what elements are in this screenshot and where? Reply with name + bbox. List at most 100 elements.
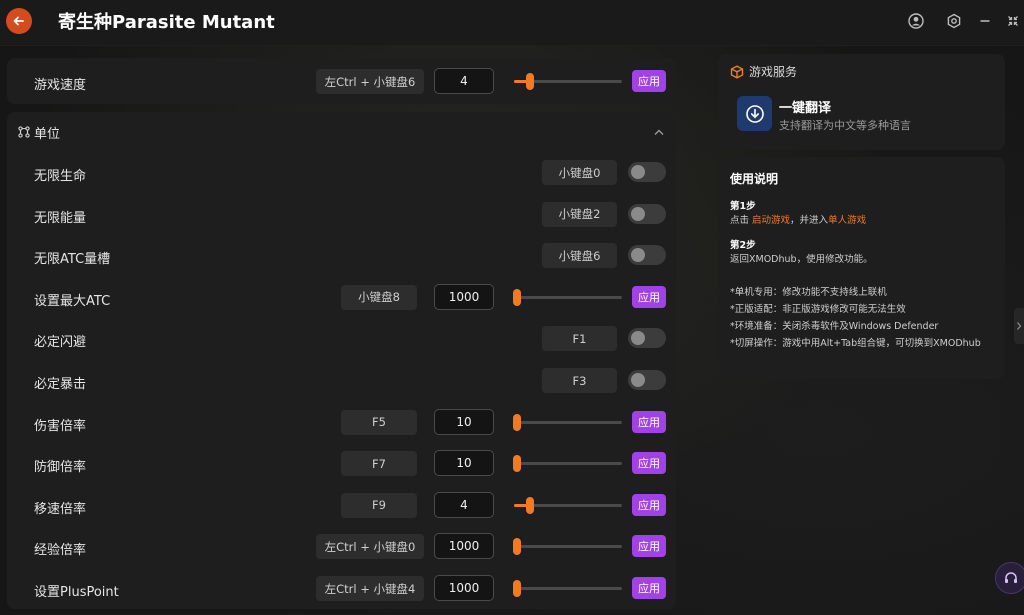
game-speed-apply-button[interactable]: 应用 [632, 70, 666, 92]
unit-option-apply-button[interactable]: 应用 [632, 452, 666, 475]
unit-option-slider[interactable] [513, 413, 622, 431]
collapse-icon [1008, 16, 1018, 26]
unit-option-toggle[interactable] [628, 162, 666, 182]
unit-option-slider[interactable] [514, 496, 622, 514]
game-service-header: 游戏服务 [730, 63, 797, 80]
game-speed-slider[interactable] [514, 73, 622, 90]
unit-option-hotkey[interactable]: 小键盘2 [542, 201, 617, 227]
unit-option-slider[interactable] [513, 580, 622, 597]
unit-option-apply-button[interactable]: 应用 [632, 577, 666, 599]
unit-option-apply-button[interactable]: 应用 [632, 285, 666, 308]
unit-option-hotkey[interactable]: F9 [341, 492, 417, 518]
unit-option-slider[interactable] [513, 288, 622, 306]
step1-title: 第1步 [730, 201, 756, 212]
units-card: 单位 无限生命 小键盘0 无限能量 小键盘2 无限ATC量槽 小键盘6 设置最大ATC 小键盘… [7, 112, 676, 609]
unit-option-row: 设置PlusPoint 左Ctrl + 小键盘4 1000 应用 [7, 573, 676, 607]
toggle-knob [631, 165, 645, 179]
unit-option-apply-button[interactable]: 应用 [632, 535, 666, 558]
game-service-card: 游戏服务 一键翻译 支持翻译为中文等多种语言 [718, 54, 1005, 150]
unit-option-toggle[interactable] [628, 370, 666, 390]
unit-option-slider[interactable] [513, 455, 622, 473]
unit-option-label: 移速倍率 [34, 501, 87, 517]
unit-option-row: 必定闪避 F1 [7, 323, 676, 357]
step1-text: 点击 启动游戏，并进入单人游戏 [730, 212, 866, 226]
headset-icon [1005, 572, 1017, 583]
translate-description: 支持翻译为中文等多种语言 [779, 119, 911, 132]
back-button[interactable] [6, 8, 32, 34]
unit-option-label: 设置PlusPoint [34, 585, 119, 600]
unit-option-toggle[interactable] [628, 328, 666, 349]
unit-option-input[interactable]: 10 [434, 408, 494, 435]
launch-game-link[interactable]: 启动游戏 [752, 215, 790, 226]
note-item: *正版适配：非正版游戏修改可能无法生效 [730, 304, 906, 315]
unit-option-label: 伤害倍率 [34, 418, 87, 434]
unit-option-toggle[interactable] [628, 203, 666, 224]
unit-option-hotkey[interactable]: F5 [341, 409, 417, 435]
box-icon [730, 64, 744, 79]
close-button[interactable] [1004, 12, 1022, 30]
unit-option-label: 防御倍率 [34, 460, 87, 476]
game-service-title: 游戏服务 [749, 65, 798, 79]
unit-option-input[interactable]: 1000 [434, 283, 494, 310]
chevron-right-icon [1017, 322, 1022, 330]
gear-icon [947, 13, 961, 29]
game-speed-hotkey[interactable]: 左Ctrl + 小键盘6 [316, 69, 424, 94]
unit-option-label: 必定闪避 [34, 335, 87, 351]
toggle-knob [631, 248, 645, 263]
toggle-knob [631, 331, 645, 346]
unit-option-apply-button[interactable]: 应用 [632, 493, 666, 516]
unit-option-hotkey[interactable]: 小键盘0 [542, 160, 617, 185]
slider-thumb[interactable] [513, 455, 522, 473]
slider-thumb[interactable] [513, 538, 522, 556]
unit-option-input[interactable]: 1000 [434, 533, 494, 560]
game-speed-row: 游戏速度 左Ctrl + 小键盘6 4 应用 [7, 66, 676, 100]
unit-option-input[interactable]: 1000 [434, 575, 494, 601]
slider-thumb[interactable] [526, 496, 535, 514]
unit-option-hotkey[interactable]: F3 [542, 368, 617, 393]
unit-option-label: 必定暴击 [34, 377, 87, 392]
step2-title: 第2步 [730, 240, 756, 251]
translate-title[interactable]: 一键翻译 [779, 97, 831, 116]
title-bar: 寄生种Parasite Mutant [0, 0, 1024, 46]
slider-thumb[interactable] [526, 73, 535, 90]
game-speed-label: 游戏速度 [34, 78, 87, 93]
unit-option-row: 无限ATC量槽 小键盘6 [7, 240, 676, 274]
unit-option-toggle[interactable] [628, 245, 666, 266]
unit-option-hotkey[interactable]: 小键盘6 [542, 243, 617, 269]
note-item: *环境准备：关闭杀毒软件及Windows Defender [730, 321, 939, 332]
unit-option-row: 无限生命 小键盘0 [7, 157, 676, 191]
minimize-icon [980, 20, 990, 22]
side-panel-handle[interactable] [1014, 308, 1024, 344]
unit-option-label: 设置最大ATC [34, 293, 111, 309]
unit-option-hotkey[interactable]: 左Ctrl + 小键盘0 [316, 534, 424, 560]
support-button[interactable] [995, 562, 1024, 594]
slider-thumb[interactable] [513, 580, 522, 597]
slider-thumb[interactable] [513, 413, 522, 431]
game-speed-card: 游戏速度 左Ctrl + 小键盘6 4 应用 [7, 58, 676, 104]
unit-option-hotkey[interactable]: 左Ctrl + 小键盘4 [316, 576, 424, 601]
user-icon [908, 13, 924, 29]
chevron-up-icon[interactable] [653, 128, 665, 136]
unit-option-row: 经验倍率 左Ctrl + 小键盘0 1000 应用 [7, 531, 676, 565]
unit-option-hotkey[interactable]: 小键盘8 [341, 284, 417, 310]
unit-option-input[interactable]: 4 [434, 491, 494, 518]
note-item: *单机专用：修改功能不支持线上联机 [730, 287, 887, 298]
slider-thumb[interactable] [513, 288, 522, 306]
game-speed-input[interactable]: 4 [434, 68, 494, 94]
user-button[interactable] [907, 12, 925, 30]
toggle-knob [631, 373, 645, 387]
unit-option-slider[interactable] [513, 538, 622, 556]
unit-option-apply-button[interactable]: 应用 [632, 410, 666, 433]
settings-button[interactable] [945, 12, 963, 30]
unit-option-input[interactable]: 10 [434, 450, 494, 477]
unit-option-hotkey[interactable]: F7 [341, 451, 417, 477]
unit-option-hotkey[interactable]: F1 [542, 326, 617, 352]
step2-text: 返回XMODhub，使用修改功能。 [730, 254, 873, 265]
step1-middle: ，并进入 [790, 215, 829, 226]
translate-button[interactable] [737, 96, 772, 131]
units-section-header[interactable]: 单位 [7, 112, 676, 152]
unit-option-label: 无限生命 [34, 169, 87, 184]
single-player-link[interactable]: 单人游戏 [828, 215, 866, 226]
minimize-button[interactable] [976, 12, 994, 30]
step1-prefix: 点击 [730, 215, 753, 226]
